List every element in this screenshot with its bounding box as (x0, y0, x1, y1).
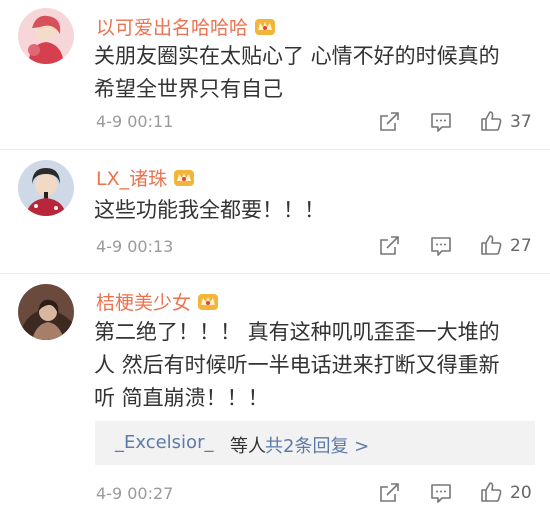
like-button[interactable] (479, 480, 503, 506)
comment-line: 这些功能我全都要！！！ (94, 198, 325, 222)
avatar[interactable] (18, 8, 74, 64)
comment-line: 人 然后有时候听一半电话进来打断又得重新 (94, 353, 500, 377)
thumbs-up-icon (481, 482, 502, 502)
share-button[interactable] (377, 234, 401, 260)
vip-crown-badge-icon (173, 169, 195, 187)
vip-crown-badge-icon (254, 18, 276, 36)
share-icon (380, 112, 399, 131)
username[interactable]: 以可爱出名哈哈哈 (96, 13, 276, 40)
like-count: 27 (510, 236, 532, 256)
comment-button[interactable] (429, 234, 453, 260)
timestamp: 4-9 00:27 (96, 484, 174, 503)
share-icon (380, 236, 399, 255)
thumbs-up-icon (481, 235, 502, 255)
comment-item-2: LX_诸珠 这些功能我全都要！！！ 4-9 00:13 27 (0, 150, 550, 274)
comment-button[interactable] (429, 481, 453, 507)
comment-line: 关朋友圈实在太贴心了 心情不好的时候真的 (94, 44, 500, 68)
comment-icon (431, 484, 451, 503)
reply-etc-label: 等人 (230, 436, 266, 457)
reply-summary[interactable]: _Excelsior_ 等人 共2条回复 > (95, 421, 535, 465)
share-icon (380, 483, 399, 502)
view-replies-link[interactable]: 共2条回复 > (265, 432, 369, 458)
username[interactable]: LX_诸珠 (96, 164, 195, 191)
like-count: 37 (510, 112, 532, 132)
comment-item-1: 以可爱出名哈哈哈 关朋友圈实在太贴心了 心情不好的时候真的 希望全世界只有自己 … (0, 0, 550, 150)
timestamp: 4-9 00:11 (96, 112, 174, 131)
avatar[interactable] (18, 160, 74, 216)
vip-crown-badge-icon (197, 293, 219, 311)
comment-icon (431, 237, 451, 256)
comment-line: 第二绝了！！！ 真有这种叽叽歪歪一大堆的 (94, 320, 500, 344)
avatar[interactable] (18, 284, 74, 340)
like-count: 20 (510, 483, 532, 503)
reply-username[interactable]: _Excelsior_ (115, 432, 213, 453)
thumbs-up-icon (481, 111, 502, 131)
comment-line: 希望全世界只有自己 (94, 77, 283, 101)
comment-text: 这些功能我全都要！！！ (94, 194, 534, 227)
comment-text: 第二绝了！！！ 真有这种叽叽歪歪一大堆的 人 然后有时候听一半电话进来打断又得重… (94, 316, 534, 415)
like-button[interactable] (479, 233, 503, 259)
comment-icon (431, 113, 451, 132)
username[interactable]: 桔梗美少女 (96, 288, 219, 315)
timestamp: 4-9 00:13 (96, 237, 174, 256)
like-button[interactable] (479, 109, 503, 135)
comment-button[interactable] (429, 110, 453, 136)
share-button[interactable] (377, 110, 401, 136)
comment-line: 听 简直崩溃！！！ (94, 386, 269, 410)
share-button[interactable] (377, 481, 401, 507)
comment-text: 关朋友圈实在太贴心了 心情不好的时候真的 希望全世界只有自己 (94, 40, 534, 106)
comment-item-3: 桔梗美少女 第二绝了！！！ 真有这种叽叽歪歪一大堆的 人 然后有时候听一半电话进… (0, 274, 550, 514)
